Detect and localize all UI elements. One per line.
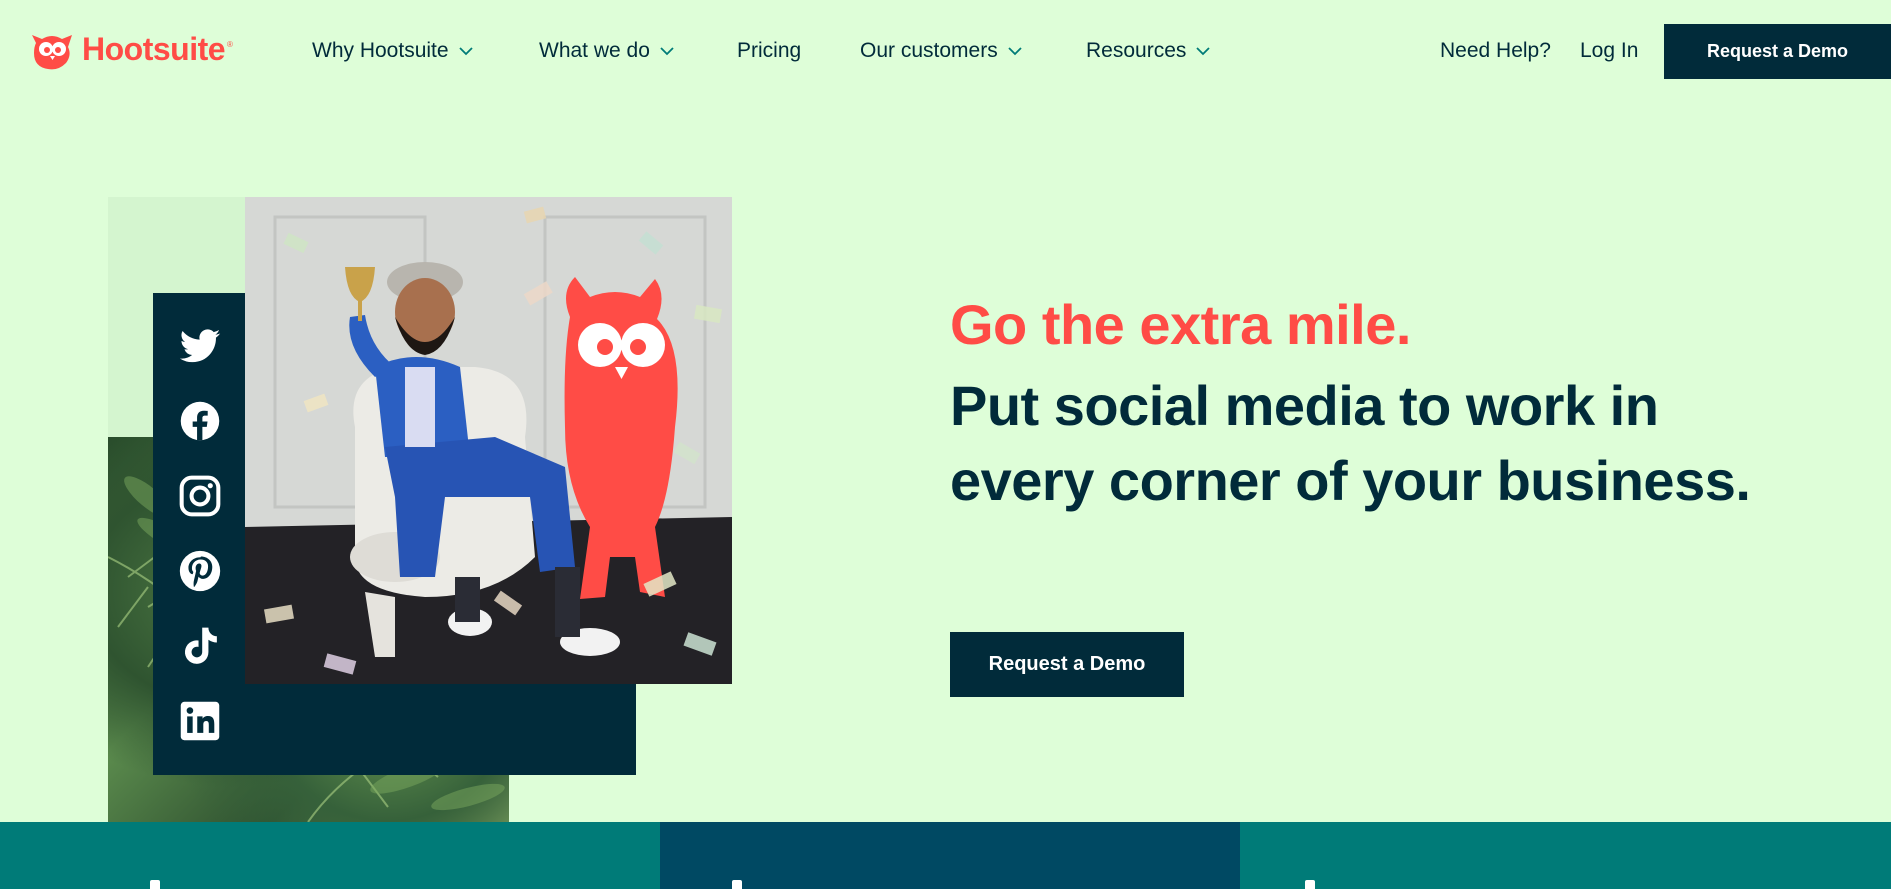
hero-illustration-icon (245, 197, 732, 684)
request-demo-button-hero[interactable]: Request a Demo (950, 632, 1184, 697)
nav-our-customers[interactable]: Our customers (860, 36, 1022, 66)
site-header: Hootsuite ® Why Hootsuite What we do Pri… (0, 0, 1891, 104)
band-text-fragment (150, 880, 160, 889)
chevron-down-icon (1008, 47, 1022, 56)
nav-item-label: Resources (1086, 39, 1187, 62)
feature-band-right (1240, 822, 1891, 889)
nav-what-we-do[interactable]: What we do (539, 36, 674, 66)
chevron-down-icon (1196, 47, 1211, 56)
pinterest-icon[interactable] (178, 549, 222, 593)
band-text-fragment (1305, 880, 1315, 889)
feature-band-left (0, 822, 660, 889)
nav-why-hootsuite[interactable]: Why Hootsuite (312, 36, 473, 66)
nav-item-label: Our customers (860, 39, 998, 62)
hootsuite-logo[interactable]: Hootsuite ® (28, 26, 233, 72)
tiktok-icon[interactable] (178, 624, 222, 668)
feature-band-middle (660, 822, 1240, 889)
login-link[interactable]: Log In (1580, 36, 1638, 66)
nav-item-label: Why Hootsuite (312, 39, 449, 62)
twitter-icon[interactable] (178, 324, 222, 368)
band-text-fragment (732, 880, 742, 889)
hero-heading: Put social media to work in every corner… (950, 374, 1751, 512)
nav-item-label: Pricing (737, 39, 802, 62)
linkedin-icon[interactable] (178, 699, 222, 743)
nav-item-label: What we do (539, 39, 650, 62)
nav-resources[interactable]: Resources (1086, 36, 1211, 66)
logo-wordmark: Hootsuite (82, 30, 226, 67)
instagram-icon[interactable] (178, 474, 222, 518)
chevron-down-icon (458, 47, 473, 56)
chevron-down-icon (660, 47, 674, 56)
need-help-link[interactable]: Need Help? (1440, 36, 1551, 66)
hero-accent-heading: Go the extra mile. (950, 293, 1411, 356)
request-demo-button-header[interactable]: Request a Demo (1664, 24, 1891, 79)
trademark-symbol: ® (227, 40, 233, 49)
owl-logo-icon (32, 35, 72, 70)
hero-photo (245, 197, 732, 684)
nav-pricing[interactable]: Pricing (737, 36, 801, 66)
facebook-icon[interactable] (178, 399, 222, 443)
